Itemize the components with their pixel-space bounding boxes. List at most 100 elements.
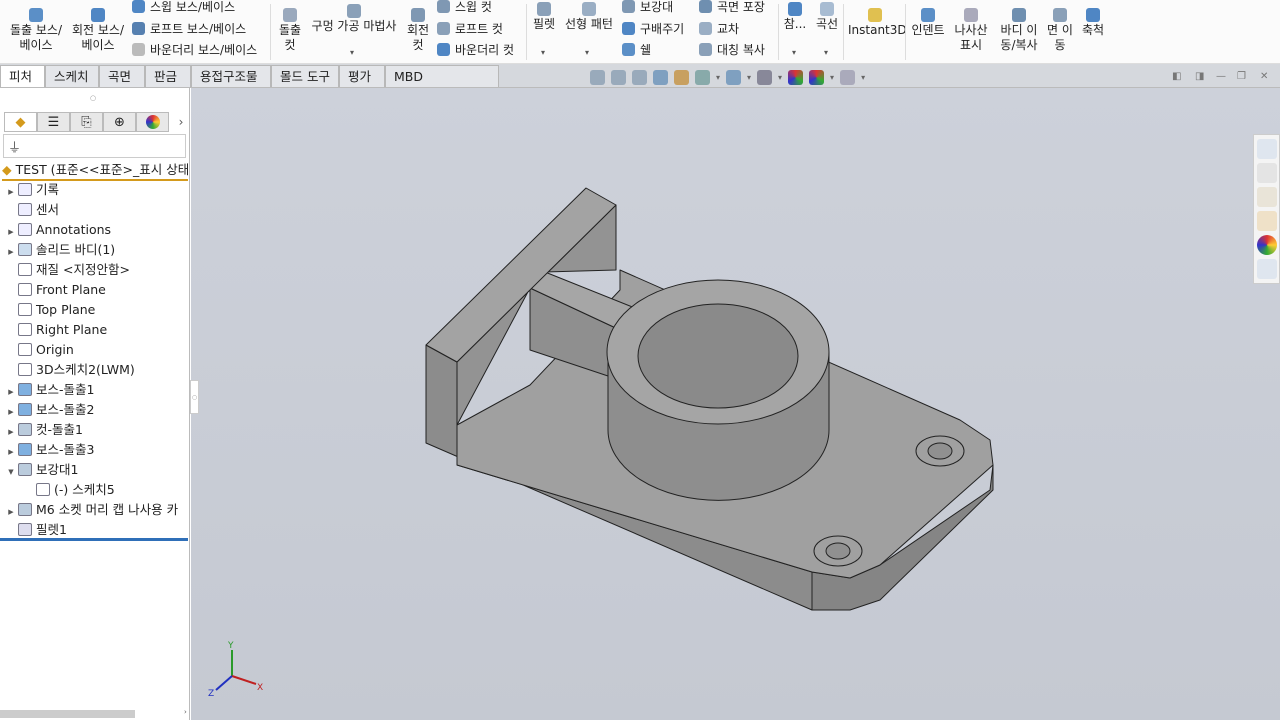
expand-arrow-icon[interactable]: ▶ [4,242,18,262]
extrude-boss-button[interactable]: 돌출 보스/ 베이스 [6,8,66,53]
indent-button[interactable]: 인덴트 [908,8,948,38]
tree-item[interactable]: Origin [4,340,74,360]
tree-item[interactable]: 재질 <지정안함> [4,260,130,280]
tree-item[interactable]: ▶ 솔리드 바디(1) [4,240,115,260]
revolve-boss-button[interactable]: 회전 보스/ 베이스 [68,8,128,53]
expand-arrow-icon[interactable]: ▶ [4,222,18,242]
linear-pattern-button[interactable]: 선형 패턴 [562,2,616,32]
reference-geometry-button[interactable]: 참... [782,2,808,32]
loft-cut-button[interactable]: 로프트 컷 [437,22,503,37]
tab-features[interactable]: 피처 [0,65,45,87]
extrude-cut-button[interactable]: 돌출 컷 [276,8,304,53]
expand-arrow-icon[interactable]: ▶ [4,402,18,422]
design-library-icon[interactable] [1257,163,1277,183]
dimxpert-manager-tab[interactable]: ⊕ [103,112,136,132]
expand-arrow-icon[interactable]: ▼ [4,462,18,482]
instant3d-button[interactable]: Instant3D [848,8,907,38]
fillet-dropdown[interactable]: ▾ [541,48,545,57]
tree-item[interactable]: 3D스케치2(LWM) [4,360,135,380]
panel-collapse-handle[interactable]: ○ [190,380,199,414]
revolve-cut-button[interactable]: 회전 컷 [404,8,432,53]
scroll-right-icon[interactable]: › [184,708,187,716]
tab-evaluate[interactable]: 평가 [339,65,385,87]
display-manager-tab[interactable] [136,112,169,132]
tab-sheet-metal[interactable]: 판금 [145,65,191,87]
view-orientation-icon[interactable] [695,69,710,85]
restore-icon[interactable]: ❐ [1237,71,1246,82]
cosmetic-thread-button[interactable]: 나사산 표시 [951,8,991,53]
tree-filter-input[interactable]: ⏚ [3,134,186,158]
previous-view-icon[interactable] [632,69,647,85]
curves-button[interactable]: 곡선 [813,2,841,32]
configuration-manager-tab[interactable]: ⎘ [70,112,103,132]
property-manager-tab[interactable]: ☰ [37,112,70,132]
sweep-cut-button[interactable]: 스윕 컷 [437,0,492,15]
tree-root-part[interactable]: ◆ TEST (표준<<표준>_표시 상태 [2,161,188,181]
tree-item[interactable]: Front Plane [4,280,106,300]
expand-arrow-icon[interactable]: ▶ [4,442,18,462]
custom-properties-icon[interactable] [1257,259,1277,279]
curves-dropdown[interactable]: ▾ [824,48,828,57]
tree-item[interactable]: 필렛1 [4,520,67,540]
display-style-icon[interactable] [726,69,742,85]
tree-item[interactable]: ▶ 보스-돌출1 [4,380,94,400]
draft-button[interactable]: 구배주기 [622,22,684,37]
scale-button[interactable]: 축척 [1078,8,1108,38]
view-palette-icon[interactable] [1257,211,1277,231]
tree-item[interactable]: ▶ 컷-돌출1 [4,420,83,440]
tree-item[interactable]: ▶ 보스-돌출3 [4,440,94,460]
hide-show-items-icon[interactable] [757,69,773,85]
zoom-to-area-icon[interactable] [611,69,626,85]
expand-arrow-icon[interactable]: ▶ [4,182,18,202]
wrap-button[interactable]: 곡면 포장 [699,0,765,15]
shell-button[interactable]: 쉘 [622,43,651,58]
hide-show-dropdown[interactable]: ▾ [778,73,782,82]
rollback-bar[interactable] [0,538,188,541]
view-settings-dropdown[interactable]: ▾ [861,73,865,82]
view-orientation-dropdown[interactable]: ▾ [716,73,720,82]
tab-sketch[interactable]: 스케치 [45,65,99,87]
apply-scene-icon[interactable] [809,69,825,85]
view-settings-icon[interactable] [840,69,856,85]
boundary-boss-button[interactable]: 바운더리 보스/베이스 [132,43,257,58]
tree-item[interactable]: ▶ 보스-돌출2 [4,400,94,420]
rib-button[interactable]: 보강대 [622,0,673,15]
expand-arrow-icon[interactable]: ▶ [4,382,18,402]
appearances-icon[interactable] [1257,235,1277,255]
tab-weldments[interactable]: 용접구조물 [191,65,271,87]
tree-item[interactable]: Right Plane [4,320,107,340]
reference-dropdown[interactable]: ▾ [792,48,796,57]
tab-mbd-dimensions[interactable]: MBD Dimensions [385,65,499,105]
panel-splitter-handle[interactable]: ○ [90,94,96,102]
tree-item[interactable]: (-) 스케치5 [22,480,115,500]
sweep-boss-button[interactable]: 스윕 보스/베이스 [132,0,235,15]
tile-icon[interactable]: ◧ [1172,71,1181,82]
feature-manager-tab[interactable]: ◆ [4,112,37,132]
tree-item[interactable]: 센서 [4,200,59,220]
move-face-button[interactable]: 면 이 동 [1046,8,1074,53]
boundary-cut-button[interactable]: 바운더리 컷 [437,43,514,58]
section-view-icon[interactable] [653,69,668,85]
edit-appearance-icon[interactable] [788,69,804,85]
minimize-icon[interactable]: — [1216,71,1226,82]
tree-item[interactable]: ▶ Annotations [4,220,111,240]
tab-mold-tools[interactable]: 몰드 도구 [271,65,339,87]
chevron-right-icon[interactable]: › [169,112,193,132]
tile-right-icon[interactable]: ◨ [1195,71,1204,82]
tree-item[interactable]: Top Plane [4,300,95,320]
expand-arrow-icon[interactable]: ▶ [4,502,18,522]
horizontal-scrollbar[interactable] [0,710,135,718]
hole-wizard-button[interactable]: 구멍 가공 마법사 [308,4,400,34]
dynamic-annotation-icon[interactable] [674,69,689,85]
tree-item[interactable]: ▼ 보강대1 [4,460,78,480]
loft-boss-button[interactable]: 로프트 보스/베이스 [132,22,246,37]
scene-dropdown[interactable]: ▾ [830,73,834,82]
tree-item[interactable]: ▶ 기록 [4,180,59,200]
linear-pattern-dropdown[interactable]: ▾ [585,48,589,57]
display-style-dropdown[interactable]: ▾ [747,73,751,82]
tab-surfaces[interactable]: 곡면 [99,65,145,87]
intersect-button[interactable]: 교차 [699,22,739,37]
hole-wizard-dropdown[interactable]: ▾ [350,48,354,57]
mirror-button[interactable]: 대칭 복사 [699,43,765,58]
home-icon[interactable] [1257,139,1277,159]
